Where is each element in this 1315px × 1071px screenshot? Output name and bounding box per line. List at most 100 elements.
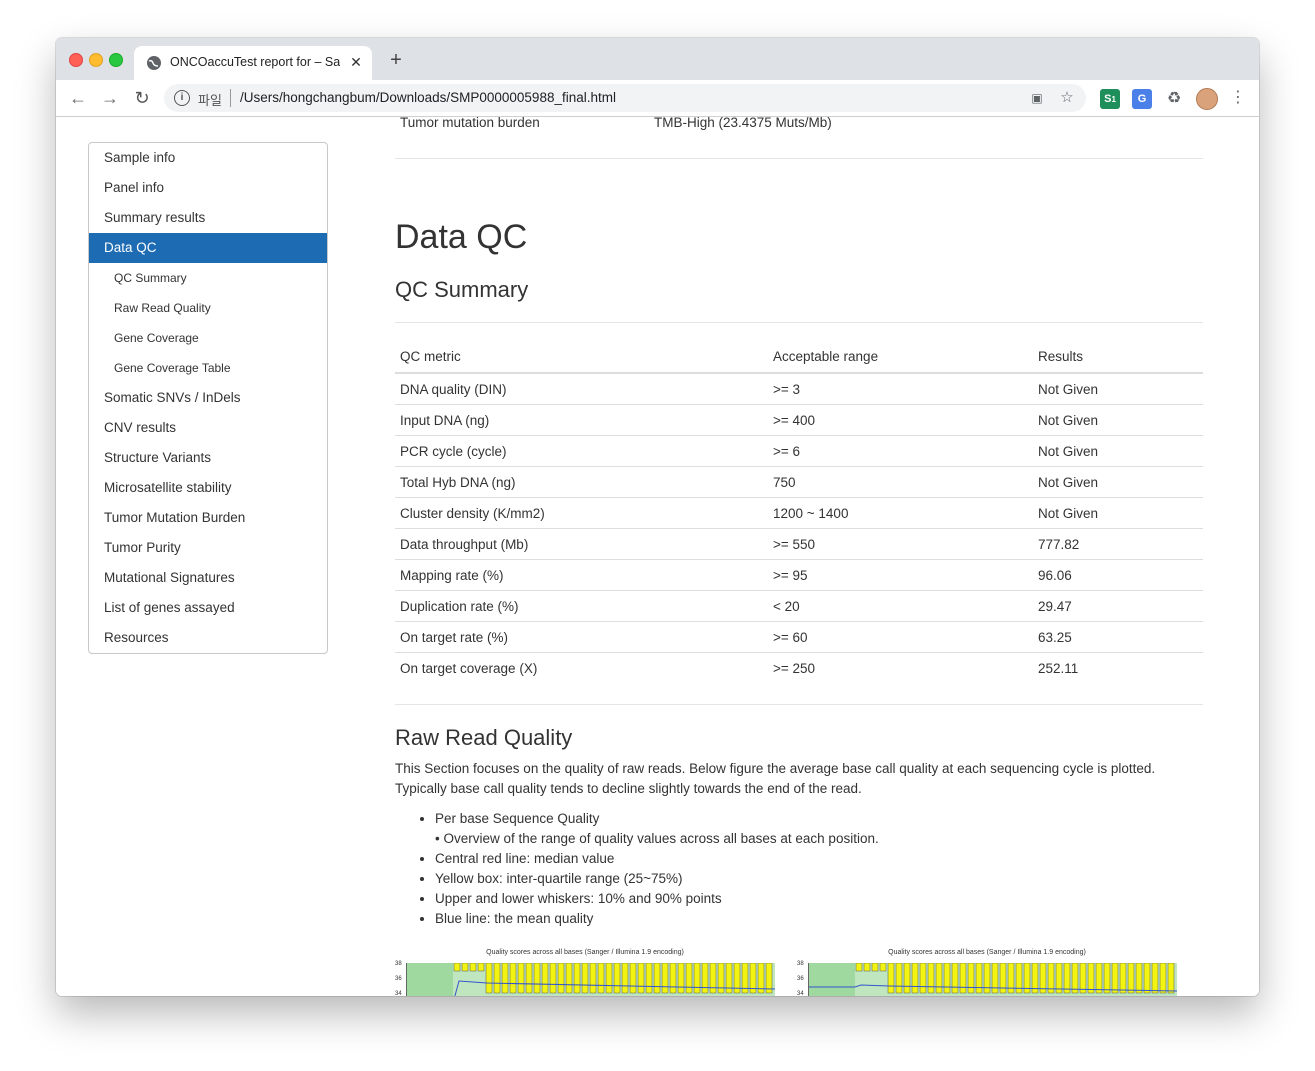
sidebar-item-list-of-genes-assayed[interactable]: List of genes assayed [89,593,327,623]
menu-dots-icon[interactable]: ⋮ [1228,88,1248,108]
table-row: Duplication rate (%) < 20 29.47 [395,590,1203,622]
list-item: Yellow box: inter-quartile range (25~75%… [435,869,879,889]
sidebar-item-tumor-purity[interactable]: Tumor Purity [89,533,327,563]
quality-box [653,963,661,994]
divider [395,322,1203,323]
table-cell: On target rate (%) [395,621,768,653]
sidebar-item-mutational-signatures[interactable]: Mutational Signatures [89,563,327,593]
tab-close-icon[interactable]: ✕ [348,54,364,70]
quality-box [709,963,717,994]
list-item: Central red line: median value [435,849,879,869]
quality-box [509,963,517,994]
quality-box [879,963,887,972]
section-title: Data QC [395,218,528,256]
extension-badge: 1 [1111,95,1116,104]
quality-box [855,963,863,972]
extension-icon[interactable]: S1 [1100,89,1120,109]
table-cell: Not Given [1033,435,1203,467]
quality-box [911,963,919,994]
table-cell: 252.11 [1033,652,1203,683]
close-window-button[interactable] [69,53,83,67]
list-item: Per base Sequence Quality • Overview of … [435,809,879,849]
sidebar-item-gene-coverage[interactable]: Gene Coverage [89,323,327,353]
quality-plot-area [808,963,1177,996]
sidebar-item-panel-info[interactable]: Panel info [89,173,327,203]
tmb-label: Tumor mutation burden [400,117,540,130]
sidebar-item-somatic-snvs-indels[interactable]: Somatic SNVs / InDels [89,383,327,413]
sidebar-nav: Sample info Panel info Summary results Data… [88,142,328,654]
sidebar-item-raw-read-quality[interactable]: Raw Read Quality [89,293,327,323]
quality-box [637,963,645,994]
sidebar-item-cnv-results[interactable]: CNV results [89,413,327,443]
avatar[interactable] [1196,88,1218,110]
translate-extension-icon[interactable]: G [1132,89,1152,109]
axis-tick: 34 [797,991,804,996]
quality-box [967,963,975,994]
quality-box [887,963,895,994]
quality-box [661,963,669,994]
quality-box [581,963,589,994]
table-row: On target rate (%) >= 60 63.25 [395,621,1203,653]
sidebar-item-qc-summary[interactable]: QC Summary [89,263,327,293]
quality-box [693,963,701,994]
table-row: Data throughput (Mb) >= 550 777.82 [395,528,1203,560]
table-cell: PCR cycle (cycle) [395,435,768,467]
sidebar-item-tumor-mutation-burden[interactable]: Tumor Mutation Burden [89,503,327,533]
sidebar-item-gene-coverage-table[interactable]: Gene Coverage Table [89,353,327,383]
quality-box [935,963,943,994]
browser-tab[interactable]: ONCOaccuTest report for – Sample ✕ [134,46,372,80]
quality-box [605,963,613,994]
reload-icon[interactable]: ↻ [132,88,152,108]
quality-box [975,963,983,994]
quality-box [1079,963,1087,994]
table-cell: On target coverage (X) [395,652,768,683]
puzzle-icon[interactable]: ♻ [1164,89,1184,109]
new-tab-button[interactable]: + [386,50,406,70]
axis-tick: 36 [797,976,804,982]
url-text[interactable]: /Users/hongchangbum/Downloads/SMP0000005… [240,90,616,105]
table-cell: Not Given [1033,404,1203,436]
quality-box [1135,963,1143,994]
sidebar-item-summary-results[interactable]: Summary results [89,203,327,233]
quality-box [1151,963,1159,994]
table-row: Cluster density (K/mm2) 1200 ~ 1400 Not Gi… [395,497,1203,529]
quality-box [717,963,725,994]
back-arrow-icon[interactable]: ← [68,88,88,108]
sidebar-item-data-qc[interactable]: Data QC [89,233,327,263]
quality-box [629,963,637,994]
info-icon[interactable]: i [174,90,190,106]
table-cell: 96.06 [1033,559,1203,591]
quality-box [1087,963,1095,994]
quality-box [525,963,533,994]
quality-box [1071,963,1079,994]
translate-icon[interactable]: ▣ [1028,89,1046,107]
figure-title: Quality scores across all bases (Sanger … [486,949,684,956]
table-cell: 777.82 [1033,528,1203,560]
quality-box [1167,963,1175,994]
table-header-row: QC metric Acceptable range Results [395,341,1203,374]
minimize-window-button[interactable] [89,53,103,67]
quality-box [493,963,501,994]
quality-box [597,963,605,994]
sidebar-item-microsatellite-stability[interactable]: Microsatellite stability [89,473,327,503]
quality-box [959,963,967,994]
maximize-window-button[interactable] [109,53,123,67]
table-header: Acceptable range [768,341,1033,374]
bookmark-star-icon[interactable]: ☆ [1058,89,1076,107]
table-cell: >= 60 [768,621,1033,653]
sidebar-item-resources[interactable]: Resources [89,623,327,653]
quality-box [895,963,903,994]
address-bar[interactable]: i 파일 /Users/hongchangbum/Downloads/SMP00… [164,84,1086,112]
figure-title: Quality scores across all bases (Sanger … [888,949,1086,956]
quality-box [677,963,685,994]
quality-box [461,963,469,972]
forward-arrow-icon[interactable]: → [100,88,120,108]
quality-box [871,963,879,972]
raw-read-paragraph: This Section focuses on the quality of r… [395,761,1156,796]
quality-box [1063,963,1071,994]
sidebar-item-sample-info[interactable]: Sample info [89,143,327,173]
quality-box [1095,963,1103,994]
table-cell: >= 6 [768,435,1033,467]
quality-box [565,963,573,994]
sidebar-item-structure-variants[interactable]: Structure Variants [89,443,327,473]
